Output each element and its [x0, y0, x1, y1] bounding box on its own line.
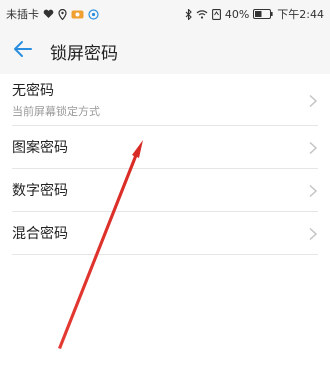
data-icon: [211, 8, 221, 20]
heart-icon: [43, 9, 54, 19]
page-title: 锁屏密码: [50, 43, 118, 64]
list-item-mixed-password[interactable]: 混合密码: [12, 212, 318, 255]
battery-percent: 40%: [224, 7, 250, 21]
back-arrow-icon: [13, 40, 33, 62]
lock-method-list: 无密码 当前屏幕锁定方式 图案密码 数字密码 混合密码: [0, 74, 330, 255]
status-time: 下午2:44: [277, 8, 324, 21]
item-label: 混合密码: [12, 226, 68, 242]
item-label: 图案密码: [12, 140, 68, 156]
chevron-right-icon: [308, 183, 318, 198]
flower-icon: [88, 8, 99, 20]
list-item-no-password[interactable]: 无密码 当前屏幕锁定方式: [12, 74, 318, 126]
status-bar: 未插卡 40% 下午2:44: [0, 0, 330, 28]
item-label: 无密码: [12, 83, 54, 99]
carrier-label: 未插卡: [6, 8, 39, 21]
status-right: 40% 下午2:44: [185, 6, 324, 22]
back-button[interactable]: [8, 36, 38, 66]
chevron-right-icon: [308, 226, 318, 241]
eye-icon: [71, 10, 84, 19]
header-bar: 锁屏密码: [0, 28, 330, 74]
chevron-right-icon: [308, 93, 318, 107]
item-subtitle: 当前屏幕锁定方式: [12, 105, 100, 118]
item-label: 数字密码: [12, 183, 68, 199]
location-icon: [58, 8, 67, 20]
status-left: 未插卡: [6, 6, 99, 22]
list-item-pattern-password[interactable]: 图案密码: [12, 126, 318, 169]
bluetooth-icon: [185, 8, 192, 20]
list-item-pin-password[interactable]: 数字密码: [12, 169, 318, 212]
chevron-right-icon: [308, 140, 318, 155]
battery-icon: [253, 9, 273, 19]
wifi-icon: [196, 9, 208, 19]
